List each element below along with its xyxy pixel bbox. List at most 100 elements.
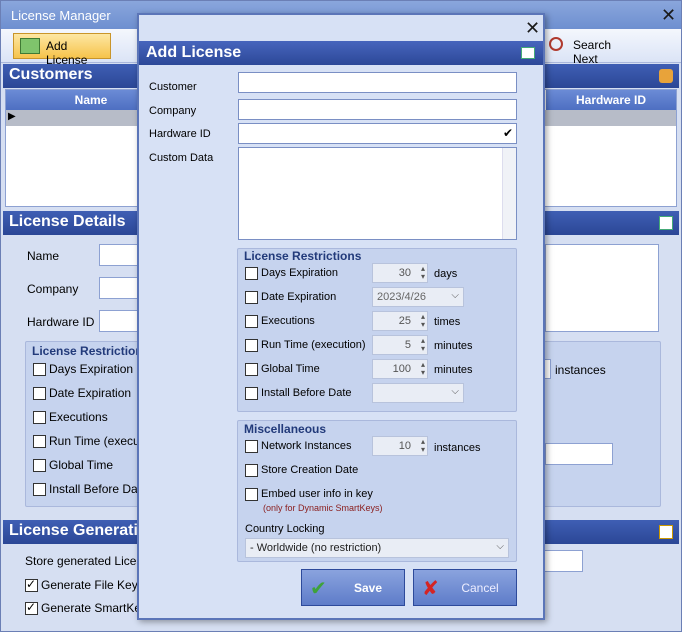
details-custom-data[interactable] — [545, 244, 659, 332]
add-license-button[interactable]: Add License — [13, 33, 111, 67]
company-label: Company — [149, 105, 197, 117]
details-instances-label: instances — [555, 363, 606, 377]
executions-checkbox[interactable] — [245, 315, 258, 328]
dialog-title: Add License — [146, 44, 242, 61]
run-time-label: Run Time (execution) — [261, 339, 366, 351]
cancel-label: Cancel — [461, 581, 499, 595]
embed-user-label: Embed user info in key — [261, 488, 373, 500]
misc-title: Miscellaneous — [244, 422, 327, 436]
executions-label: Executions — [261, 315, 315, 327]
network-instances-label: Network Instances — [261, 440, 352, 452]
details-hardware-label: Hardware ID — [27, 315, 95, 329]
dialog-header-icon — [521, 47, 535, 59]
date-expiration-checkbox[interactable] — [245, 291, 258, 304]
date-expiration-picker[interactable]: 2023/4/26 ⌵ — [372, 287, 464, 307]
days-spinner[interactable]: 30 — [372, 263, 428, 283]
embed-user-checkbox[interactable] — [245, 488, 258, 501]
executions-spinner[interactable]: 25 — [372, 311, 428, 331]
generate-file-key-label: Generate File Key — [41, 578, 138, 592]
company-field[interactable] — [238, 99, 517, 120]
details-exec-checkbox[interactable] — [33, 411, 46, 424]
hardware-id-field[interactable]: ✔ — [238, 123, 517, 144]
store-creation-checkbox[interactable] — [245, 464, 258, 477]
details-install-label: Install Before Date — [49, 482, 148, 496]
details-country-field[interactable] — [545, 443, 613, 465]
details-name-label: Name — [27, 249, 60, 263]
details-days-label: Days Expiration — [49, 362, 134, 376]
generate-file-key-checkbox[interactable] — [25, 577, 38, 592]
date-chevron-down-icon: ⌵ — [451, 290, 459, 301]
details-days-checkbox[interactable] — [33, 363, 46, 376]
global-time-spinner[interactable]: 100 — [372, 359, 428, 379]
add-license-dialog: ✕ Add License Customer Company Hardware … — [137, 13, 545, 620]
cancel-button[interactable]: ✘ Cancel — [413, 569, 517, 606]
custom-data-field[interactable] — [238, 147, 517, 240]
details-install-checkbox[interactable] — [33, 483, 46, 496]
search-next-label: Search Next — [573, 38, 612, 66]
customers-title: Customers — [9, 66, 93, 83]
details-date-label: Date Expiration — [49, 386, 132, 400]
country-locking-label: Country Locking — [245, 523, 325, 535]
hardware-check-icon[interactable]: ✔ — [503, 126, 513, 140]
customer-label: Customer — [149, 81, 197, 93]
global-time-label: Global Time — [261, 363, 320, 375]
date-value: 2023/4/26 — [377, 291, 426, 303]
executions-unit: times — [434, 316, 461, 328]
search-icon — [549, 37, 563, 51]
generation-icon — [659, 525, 673, 539]
install-chevron-down-icon: ⌵ — [451, 386, 459, 397]
global-time-unit: minutes — [434, 364, 473, 376]
install-before-checkbox[interactable] — [245, 387, 258, 400]
custom-data-label: Custom Data — [149, 152, 214, 164]
store-creation-label: Store Creation Date — [261, 464, 359, 476]
network-instances-checkbox[interactable] — [245, 440, 258, 453]
details-restrictions-title: License Restrictions — [32, 344, 150, 358]
details-icon — [659, 216, 673, 230]
network-instances-spinner[interactable]: 10 — [372, 436, 428, 456]
days-expiration-label: Days Expiration — [261, 267, 339, 279]
install-before-label: Install Before Date — [261, 387, 352, 399]
custom-data-scrollbar[interactable] — [502, 148, 516, 239]
dialog-header: Add License — [139, 41, 543, 65]
row-marker-icon: ▶ — [8, 111, 16, 122]
details-runtime-label: Run Time (executi — [49, 434, 146, 448]
embed-user-note: (only for Dynamic SmartKeys) — [263, 503, 383, 513]
details-hardware-field[interactable] — [99, 310, 139, 332]
restrictions-title: License Restrictions — [244, 249, 362, 263]
add-license-icon — [20, 38, 40, 54]
country-value: - Worldwide (no restriction) — [250, 542, 382, 554]
date-expiration-label: Date Expiration — [261, 291, 337, 303]
details-global-checkbox[interactable] — [33, 459, 46, 472]
hardware-id-label: Hardware ID — [149, 128, 211, 140]
main-close-icon[interactable]: ✕ — [661, 7, 676, 25]
details-name-field[interactable] — [99, 244, 139, 266]
country-locking-select[interactable]: - Worldwide (no restriction) ⌵ — [245, 538, 509, 558]
details-company-field[interactable] — [99, 277, 139, 299]
license-generation-title: License Generatio — [9, 522, 148, 539]
network-instances-unit: instances — [434, 442, 481, 454]
generate-smartkey-checkbox[interactable] — [25, 600, 38, 615]
details-date-checkbox[interactable] — [33, 387, 46, 400]
save-button[interactable]: ✔ Save — [301, 569, 405, 606]
add-license-label: Add License — [46, 39, 88, 67]
customers-icon — [659, 69, 673, 83]
global-time-checkbox[interactable] — [245, 363, 258, 376]
license-details-title: License Details — [9, 213, 126, 230]
country-chevron-down-icon: ⌵ — [496, 541, 504, 552]
generate-smartkey-label: Generate SmartKey — [41, 601, 148, 615]
days-unit: days — [434, 268, 458, 280]
col-hardware-id[interactable]: Hardware ID — [546, 90, 676, 110]
details-runtime-checkbox[interactable] — [33, 435, 46, 448]
dialog-close-icon[interactable]: ✕ — [525, 20, 540, 38]
details-exec-label: Executions — [49, 410, 108, 424]
details-global-label: Global Time — [49, 458, 114, 472]
main-title: License Manager — [11, 8, 111, 23]
days-expiration-checkbox[interactable] — [245, 267, 258, 280]
run-time-spinner[interactable]: 5 — [372, 335, 428, 355]
store-path-field[interactable] — [543, 550, 583, 572]
run-time-checkbox[interactable] — [245, 339, 258, 352]
search-next-button[interactable]: Search Next — [541, 33, 631, 66]
customer-field[interactable] — [238, 72, 517, 93]
install-before-picker[interactable]: ⌵ — [372, 383, 464, 403]
details-company-label: Company — [27, 282, 79, 296]
